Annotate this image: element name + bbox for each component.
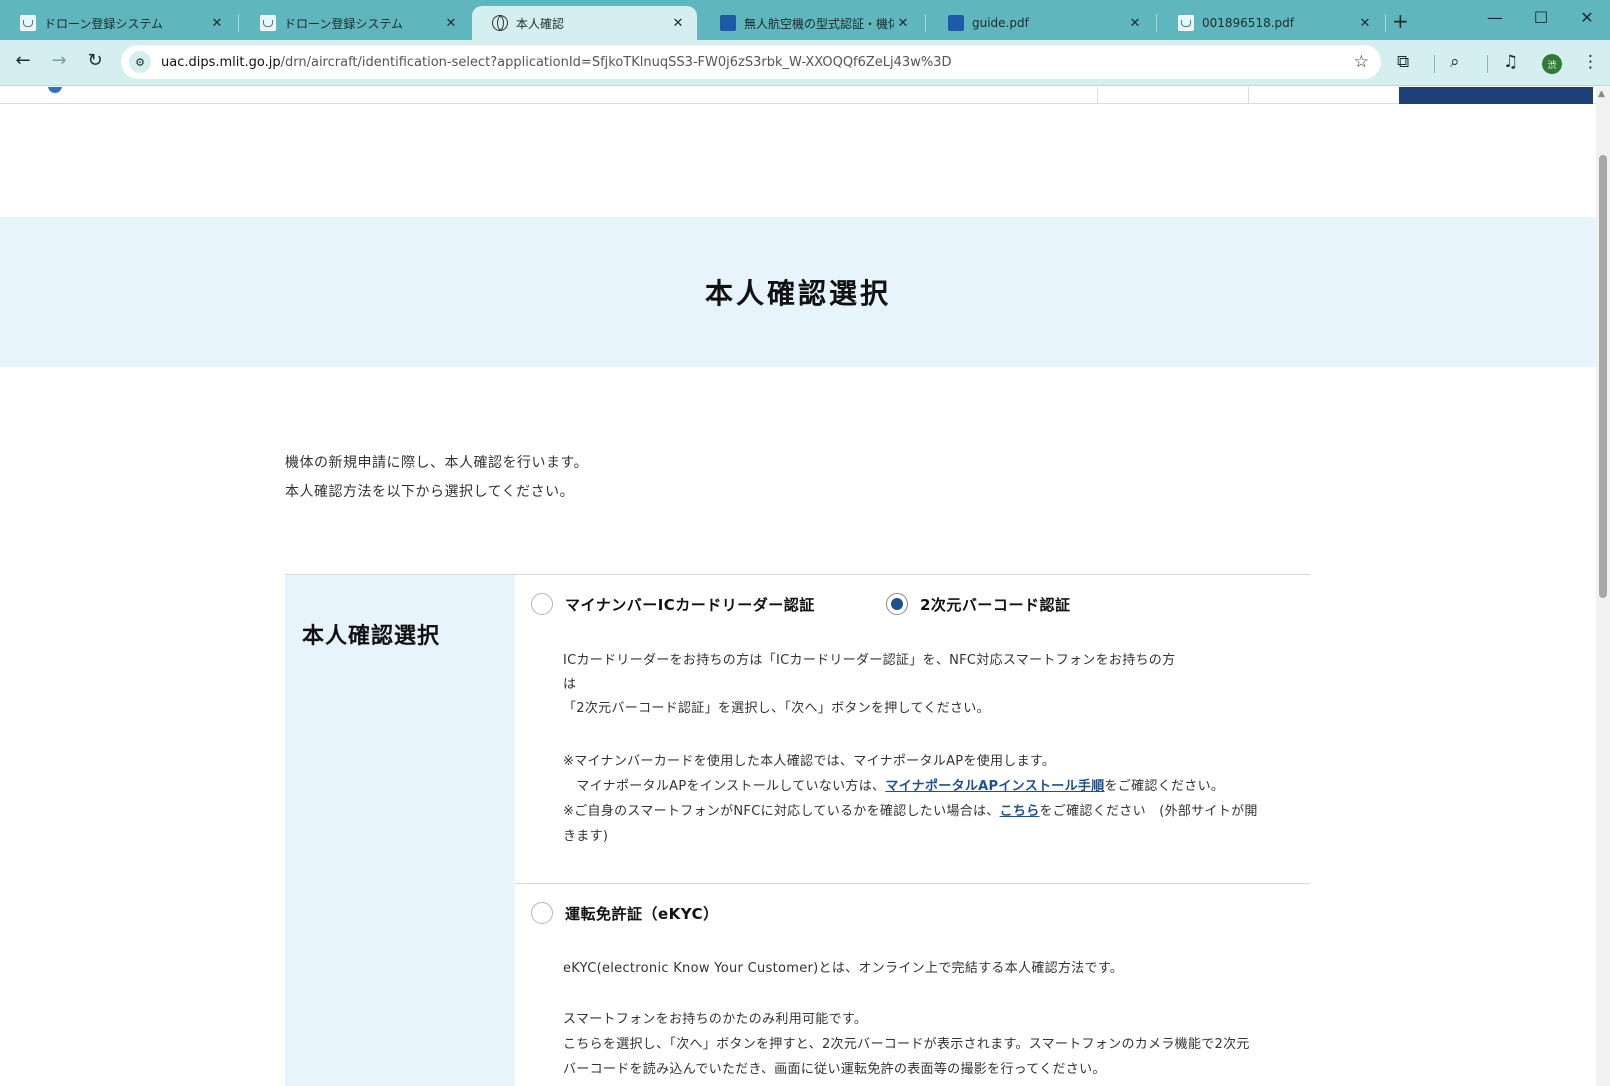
option-notes: ※マイナンバーカードを使用した本人確認では、マイナポータルAPを使用します。 マ… bbox=[563, 749, 1258, 849]
back-arrow-icon[interactable]: ← bbox=[10, 50, 36, 71]
desc-line: ICカードリーダーをお持ちの方は「ICカードリーダー認証」を、NFC対応スマート… bbox=[563, 653, 1176, 668]
page-title: 本人確認選択 bbox=[704, 277, 891, 310]
tab-drone-system-2[interactable]: ドローン登録システム ✕ bbox=[240, 6, 470, 40]
page-viewport: 本人確認選択 機体の新規申請に際し、本人確認を行います。 本人確認方法を以下から… bbox=[0, 87, 1596, 1086]
toolbar-separator bbox=[1487, 55, 1488, 73]
tab-separator bbox=[1156, 14, 1157, 32]
toolbar-separator bbox=[1434, 55, 1435, 73]
close-icon[interactable]: ✕ bbox=[442, 16, 460, 31]
header-menu-button[interactable] bbox=[1399, 87, 1593, 104]
tab-guide-pdf[interactable]: guide.pdf ✕ bbox=[928, 6, 1154, 40]
maximize-icon[interactable]: ☐ bbox=[1526, 8, 1556, 27]
menu-kebab-icon[interactable]: ⋮ bbox=[1582, 52, 1599, 72]
tab-title: 無人航空機の型式認証・機体認 bbox=[744, 16, 894, 31]
note-text: マイナポータルAPをインストールしていない方は、 bbox=[563, 779, 886, 794]
option-description: eKYC(electronic Know Your Customer)とは、オン… bbox=[563, 957, 1123, 981]
reload-icon[interactable]: ↻ bbox=[82, 50, 108, 71]
close-icon[interactable]: ✕ bbox=[894, 16, 912, 31]
drone-doc-icon bbox=[20, 15, 36, 31]
bookmark-star-icon[interactable]: ☆ bbox=[1354, 52, 1369, 72]
drone-doc-icon bbox=[1178, 15, 1194, 31]
extensions-icon[interactable]: ⧉ bbox=[1397, 52, 1409, 72]
site-settings-icon[interactable]: ⚙ bbox=[129, 51, 151, 73]
tab-separator bbox=[1385, 14, 1386, 32]
pdf-icon bbox=[720, 15, 736, 31]
scroll-up-arrow-icon[interactable]: ▲ bbox=[1598, 89, 1605, 99]
globe-icon bbox=[492, 15, 508, 31]
vertical-scrollbar[interactable]: ▲ bbox=[1596, 87, 1610, 1086]
url-text[interactable]: uac.dips.mlit.go.jp/drn/aircraft/identif… bbox=[161, 55, 951, 70]
scrollbar-thumb[interactable] bbox=[1599, 155, 1607, 598]
radio-label[interactable]: 2次元バーコード認証 bbox=[920, 594, 1070, 615]
tab-001896518-pdf[interactable]: 001896518.pdf ✕ bbox=[1158, 6, 1384, 40]
form-label-cell: 本人確認選択 bbox=[285, 575, 515, 1086]
close-icon[interactable]: ✕ bbox=[669, 16, 687, 31]
drone-doc-icon bbox=[260, 15, 276, 31]
close-icon[interactable]: ✕ bbox=[208, 16, 226, 31]
intro-line: 本人確認方法を以下から選択してください。 bbox=[285, 484, 575, 500]
url-host: uac.dips.mlit.go.jp bbox=[161, 54, 281, 70]
section-label: 本人確認選択 bbox=[302, 624, 441, 649]
site-header bbox=[0, 87, 1596, 104]
radio-label[interactable]: マイナンバーICカードリーダー認証 bbox=[565, 594, 815, 615]
header-divider bbox=[1097, 87, 1098, 104]
minimize-icon[interactable]: — bbox=[1480, 8, 1510, 27]
intro-line: 機体の新規申請に際し、本人確認を行います。 bbox=[285, 455, 589, 471]
option-row-ekyc: 運転免許証（eKYC） eKYC(electronic Know Your Cu… bbox=[515, 885, 1310, 1086]
tab-title: ドローン登録システム bbox=[284, 16, 404, 31]
note-line: ※マイナンバーカードを使用した本人確認では、マイナポータルAPを使用します。 bbox=[563, 754, 1056, 769]
desc-line: eKYC(electronic Know Your Customer)とは、オン… bbox=[563, 961, 1124, 976]
radio-circle[interactable] bbox=[531, 902, 553, 924]
tab-uav-certification[interactable]: 無人航空機の型式認証・機体認 ✕ bbox=[700, 6, 922, 40]
radio-2d-barcode[interactable]: 2次元バーコード認証 bbox=[886, 593, 1070, 615]
browser-toolbar: ← → ↻ ⚙ uac.dips.mlit.go.jp/drn/aircraft… bbox=[0, 40, 1610, 86]
tab-title: 001896518.pdf bbox=[1202, 16, 1294, 30]
new-tab-button[interactable]: + bbox=[1392, 9, 1409, 33]
radio-circle-selected[interactable] bbox=[886, 593, 908, 615]
intro-text: 機体の新規申請に際し、本人確認を行います。 本人確認方法を以下から選択してくださ… bbox=[285, 449, 588, 507]
desc-line: は bbox=[563, 677, 577, 692]
address-bar[interactable]: ⚙ uac.dips.mlit.go.jp/drn/aircraft/ident… bbox=[121, 45, 1381, 79]
tab-title: ドローン登録システム bbox=[44, 16, 164, 31]
option-description: スマートフォンをお持ちのかたのみ利用可能です。 こちらを選択し、「次へ」ボタンを… bbox=[563, 1007, 1250, 1082]
tab-separator bbox=[925, 14, 926, 32]
radio-circle[interactable] bbox=[531, 593, 553, 615]
close-icon[interactable]: ✕ bbox=[1126, 16, 1144, 31]
note-text: をご確認ください。 bbox=[1104, 779, 1225, 794]
window-close-icon[interactable]: ✕ bbox=[1572, 8, 1602, 27]
tab-search-icon[interactable]: ⌕ bbox=[1450, 52, 1460, 72]
header-divider bbox=[1248, 87, 1249, 104]
note-text: ※ご自身のスマートフォンがNFCに対応しているかを確認したい場合は、 bbox=[563, 804, 1000, 819]
note-line: きます) bbox=[563, 829, 609, 844]
note-line: ※ご自身のスマートフォンがNFCに対応しているかを確認したい場合は、こちらをご確… bbox=[563, 799, 1258, 824]
browser-tab-bar: ドローン登録システム ✕ ドローン登録システム ✕ 本人確認 ✕ 無人航空機の型… bbox=[0, 0, 1610, 40]
forward-arrow-icon[interactable]: → bbox=[46, 50, 72, 71]
radio-ekyc[interactable]: 運転免許証（eKYC） bbox=[531, 902, 719, 924]
identity-select-form: 本人確認選択 マイナンバーICカードリーダー認証 2次元バーコード認証 ICカー… bbox=[285, 574, 1310, 1086]
tab-title: guide.pdf bbox=[972, 16, 1029, 30]
tab-identity-check[interactable]: 本人確認 ✕ bbox=[472, 6, 697, 40]
radio-label[interactable]: 運転免許証（eKYC） bbox=[565, 903, 719, 924]
mynaportal-install-link[interactable]: マイナポータルAPインストール手順 bbox=[885, 779, 1104, 794]
url-path: /drn/aircraft/identification-select?appl… bbox=[280, 54, 952, 70]
tab-title: 本人確認 bbox=[516, 16, 565, 31]
site-logo-icon[interactable] bbox=[48, 87, 62, 93]
page-hero: 本人確認選択 bbox=[0, 217, 1596, 367]
desc-line: 「2次元バーコード認証」を選択し、「次へ」ボタンを押してください。 bbox=[563, 701, 990, 716]
note-line: マイナポータルAPをインストールしていない方は、マイナポータルAPインストール手… bbox=[563, 774, 1258, 799]
profile-avatar[interactable]: 渋 bbox=[1542, 54, 1562, 74]
note-text: をご確認ください (外部サイトが開 bbox=[1039, 804, 1258, 819]
option-row-card: マイナンバーICカードリーダー認証 2次元バーコード認証 ICカードリーダーをお… bbox=[515, 575, 1310, 884]
close-icon[interactable]: ✕ bbox=[1356, 16, 1374, 31]
tab-separator bbox=[238, 14, 239, 32]
media-control-icon[interactable]: ♫ bbox=[1503, 52, 1518, 72]
option-description: ICカードリーダーをお持ちの方は「ICカードリーダー認証」を、NFC対応スマート… bbox=[563, 649, 1175, 721]
desc-line: スマートフォンをお持ちのかたのみ利用可能です。 bbox=[563, 1012, 868, 1027]
radio-mynumber-ic[interactable]: マイナンバーICカードリーダー認証 bbox=[531, 593, 815, 615]
desc-line: こちらを選択し、「次へ」ボタンを押すと、2次元バーコードが表示されます。スマート… bbox=[563, 1037, 1250, 1052]
pdf-icon bbox=[948, 15, 964, 31]
desc-line: バーコードを読み込んでいただき、画面に従い運転免許の表面等の撮影を行ってください… bbox=[563, 1062, 1106, 1077]
nfc-check-link[interactable]: こちら bbox=[1000, 804, 1040, 819]
tab-drone-system-1[interactable]: ドローン登録システム ✕ bbox=[0, 6, 236, 40]
